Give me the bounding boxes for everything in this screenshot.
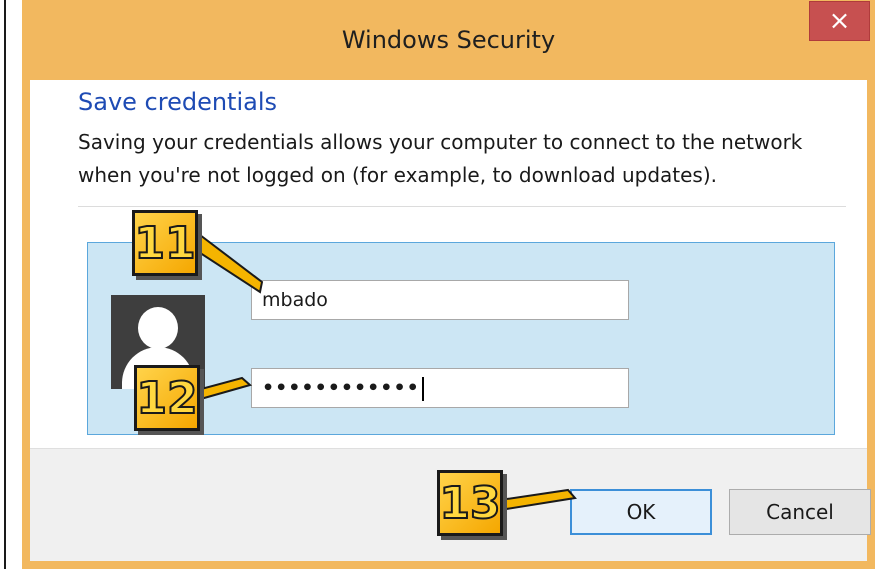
- password-dots: ••••••••••••: [262, 377, 420, 399]
- ok-button[interactable]: OK: [570, 489, 712, 535]
- username-field[interactable]: mbado: [251, 280, 629, 320]
- text-caret: [421, 376, 424, 401]
- cancel-button[interactable]: Cancel: [729, 489, 871, 535]
- dialog-description: Saving your credentials allows your comp…: [78, 130, 803, 187]
- dialog-heading: Save credentials: [78, 88, 278, 116]
- separator: [78, 206, 846, 207]
- window-title: Windows Security: [341, 26, 556, 54]
- avatar-head: [138, 307, 178, 349]
- password-field[interactable]: ••••••••••••: [251, 368, 629, 408]
- callout-badge-13: 13: [437, 470, 503, 536]
- close-icon: ×: [828, 6, 851, 36]
- callout-badge-12: 12: [134, 365, 200, 431]
- close-button[interactable]: ×: [809, 1, 870, 41]
- callout-badge-11: 11: [132, 210, 198, 276]
- left-edge-line: [4, 0, 6, 569]
